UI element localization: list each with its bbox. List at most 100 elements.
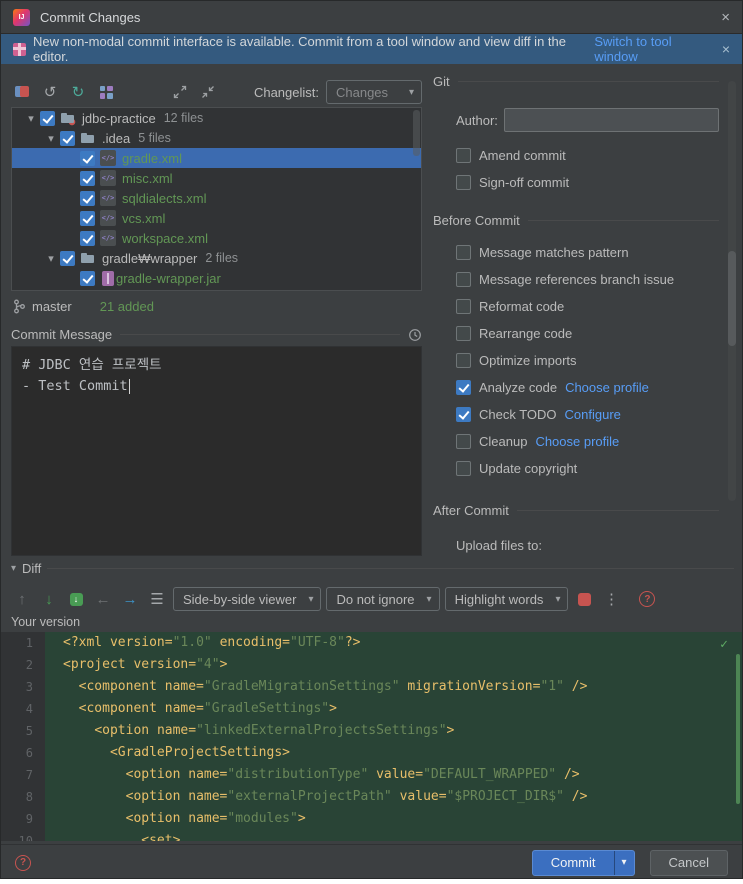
commit-dropdown-arrow[interactable]: ▾ [613,850,634,875]
tree-row-vcs-xml[interactable]: vcs.xml [12,208,421,228]
ignore-mode-select[interactable]: Do not ignore ▾ [326,587,440,611]
rearrange-code-checkbox[interactable] [456,325,471,341]
refresh-icon[interactable]: ↻ [67,81,89,103]
tree-item-checkbox[interactable] [80,270,95,286]
jump-to-source-icon[interactable]: ↓ [65,588,87,610]
commit-message-input[interactable]: # JDBC 연습 프로젝트 - Test Commit [11,346,422,556]
author-input[interactable] [503,108,719,132]
chevron-down-icon[interactable]: ▾ [42,132,60,145]
inspections-ok-icon: ✓ [720,637,728,652]
banner-message: New non-modal commit interface is availa… [33,34,566,64]
line-number: 2 [1,654,45,676]
checkbox-option: Cleanup Choose profile [456,431,719,451]
after-commit-section-header: After Commit [433,502,719,518]
tree-item-checkbox[interactable] [80,170,95,186]
choose-profile-link[interactable]: Choose profile [565,380,649,395]
choose-profile-link[interactable]: Choose profile [535,434,619,449]
code-line: 10 <set> [1,830,742,841]
reformat-code-checkbox[interactable] [456,298,471,314]
tree-scrollbar[interactable] [413,110,420,156]
tree-item-checkbox[interactable] [60,250,75,266]
collapse-all-icon[interactable] [197,81,219,103]
checkbox-label: Reformat code [479,298,565,314]
help-icon[interactable]: ? [15,854,31,871]
check-todo-checkbox[interactable] [456,406,471,422]
optimize-imports-checkbox[interactable] [456,352,471,368]
banner-close-icon[interactable]: × [722,42,730,56]
show-diff-icon[interactable] [11,81,33,103]
tree-row-idea[interactable]: ▾ .idea 5 files [12,128,421,148]
tree-item-checkbox[interactable] [40,110,55,126]
view-options-icon[interactable]: ☰ [146,588,168,610]
message-references-branch-issue-checkbox[interactable] [456,271,471,287]
diff-marker-stripe[interactable] [736,654,740,804]
group-by-icon[interactable] [95,81,117,103]
commit-button-label[interactable]: Commit [533,851,614,875]
next-difference-icon[interactable]: ↓ [38,588,60,610]
analyze-code-checkbox[interactable] [456,379,471,395]
tree-row-gradle-wrapper[interactable]: ▾ gradle₩wrapper 2 files [12,248,421,268]
chevron-down-icon[interactable]: ▾ [42,252,60,265]
tree-row-workspace-xml[interactable]: workspace.xml [12,228,421,248]
checkbox-label: Message matches pattern [479,244,629,260]
file-name: .idea [102,130,131,146]
tree-item-checkbox[interactable] [60,130,75,146]
line-number: 1 [1,632,45,654]
tree-item-checkbox[interactable] [80,230,95,246]
update-copyright-checkbox[interactable] [456,460,471,476]
tree-row-gradle-wrapper-jar[interactable]: gradle-wrapper.jar [12,268,421,288]
commit-message-header: Commit Message [11,327,422,342]
cleanup-checkbox[interactable] [456,433,471,449]
file-tree[interactable]: ▾ jdbc-practice 12 files ▾ .idea 5 files gradl… [11,107,422,291]
chevron-down-icon[interactable]: ▾ [22,112,40,125]
tree-row-misc-xml[interactable]: misc.xml [12,168,421,188]
viewer-mode-select[interactable]: Side-by-side viewer ▾ [173,587,322,611]
scrollbar-thumb[interactable] [728,251,736,346]
checkbox-option: Reformat code [456,296,719,316]
close-icon[interactable]: × [721,10,730,25]
tree-row-jdbc-practice[interactable]: ▾ jdbc-practice 12 files [12,108,421,128]
commit-button[interactable]: Commit ▾ [531,849,635,876]
before-commit-section-header: Before Commit [433,212,719,228]
code-text: <option name="linkedExternalProjectsSett… [94,723,455,738]
sign-off-commit-checkbox[interactable] [456,174,471,190]
tree-item-checkbox[interactable] [80,190,95,206]
diff-editor[interactable]: 1 <?xml version="1.0" encoding="UTF-8"?> 2… [1,632,742,841]
checkbox-option: Optimize imports [456,350,719,370]
checkbox-label: Amend commit [479,147,566,163]
tree-row-gradle-xml[interactable]: gradle.xml [12,148,421,168]
configure-link[interactable]: Configure [565,407,621,422]
more-options-icon[interactable]: ⋮ [600,588,622,610]
message-history-icon[interactable] [408,328,422,342]
code-text: <?xml version="1.0" encoding="UTF-8"?> [63,635,361,650]
tree-item-checkbox[interactable] [80,210,95,226]
chevron-down-icon[interactable]: ▾ [11,563,16,574]
tree-item-checkbox[interactable] [80,150,95,166]
highlight-mode-select[interactable]: Highlight words ▾ [444,587,569,611]
expand-all-icon[interactable] [169,81,191,103]
diff-section-header[interactable]: ▾ Diff [11,561,734,576]
cancel-button[interactable]: Cancel [649,849,728,876]
jar-file-icon [102,270,114,286]
code-text: <option name="modules"> [125,811,306,826]
red-square-icon[interactable] [573,588,595,610]
changelist-select[interactable]: Changes ▾ [326,80,422,104]
diff-help-icon[interactable]: ? [639,591,656,607]
next-change-icon[interactable]: → [119,588,141,610]
options-scrollbar[interactable] [728,81,736,501]
tree-row-sqldialects-xml[interactable]: sqldialects.xml [12,188,421,208]
code-line: 4 <component name="GradleSettings"> [1,698,742,720]
previous-difference-icon[interactable]: ↑ [11,588,33,610]
text-caret [128,378,130,394]
rollback-icon[interactable]: ↺ [39,81,61,103]
checkbox-label: Message references branch issue [479,271,675,287]
separator [47,568,734,569]
amend-commit-checkbox[interactable] [456,147,471,163]
git-section-header: Git [433,73,719,89]
previous-change-icon[interactable]: ← [92,588,114,610]
file-name: gradle.xml [122,150,182,166]
diff-toolbar: ↑ ↓ ↓ ← → ☰ Side-by-side viewer ▾ Do not… [11,585,734,613]
switch-to-tool-window-link[interactable]: Switch to tool window [594,34,714,64]
message-matches-pattern-checkbox[interactable] [456,244,471,260]
code-text: <component name="GradleSettings"> [78,701,337,716]
